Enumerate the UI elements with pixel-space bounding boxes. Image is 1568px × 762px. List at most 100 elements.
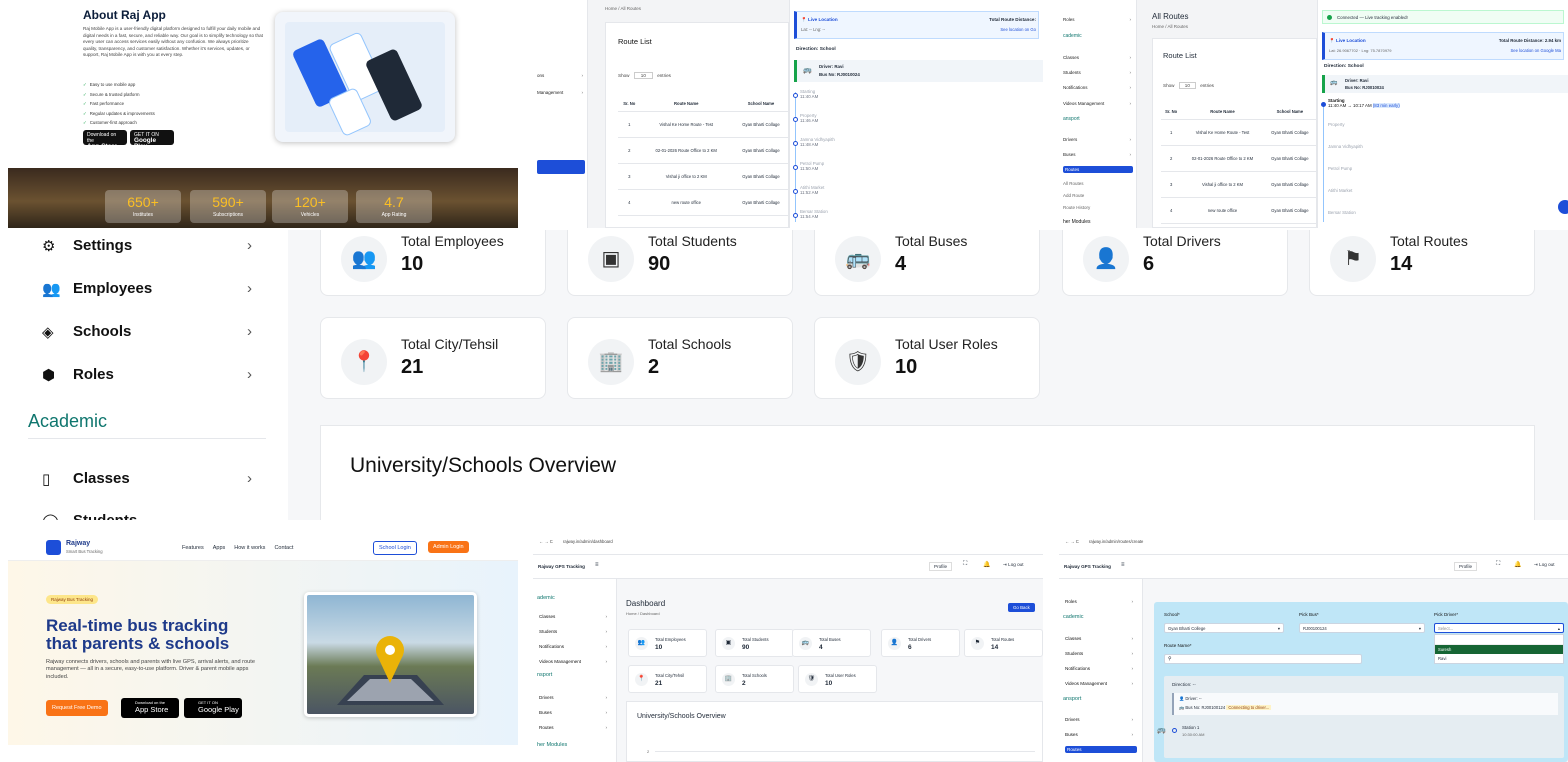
card-total-buses[interactable]: 🚌 Total Buses 4 [792, 629, 871, 657]
sidebar-item-roles[interactable]: Roles › [1063, 17, 1133, 22]
nav-how-it-works[interactable]: How it works [234, 545, 265, 551]
nav-contact[interactable]: Contact [274, 545, 293, 551]
card-total-routes[interactable]: ⚑ Total Routes 14 [964, 629, 1043, 657]
sidebar-item-students[interactable]: Students › [1063, 70, 1133, 75]
request-demo-button[interactable]: Request Free Demo [46, 700, 108, 716]
col-header[interactable]: Route Name [1181, 105, 1264, 120]
card-total-city[interactable]: 📍 Total City/Tehsil 21 [628, 665, 707, 693]
sidebar-item-notifications[interactable]: Notifications › [1065, 666, 1137, 671]
page-length-select[interactable]: 10 [633, 72, 653, 79]
card-total-employees[interactable]: 👥 Total Employees 10 [320, 230, 546, 296]
menu-icon[interactable]: ≡ [595, 562, 599, 568]
card-total-city[interactable]: 📍 Total City/Tehsil 21 [320, 317, 546, 399]
student-icon: ◯ [42, 512, 62, 520]
nav-apps[interactable]: Apps [213, 545, 226, 551]
sidebar-item-buses[interactable]: Buses › [539, 710, 611, 715]
sidebar-item-students[interactable]: Students › [539, 629, 611, 634]
card-total-user-roles[interactable]: 🛡 Total User Roles 10 [798, 665, 877, 693]
sidebar-item-routes[interactable]: Routes [1063, 166, 1133, 173]
table-row[interactable]: 4 new route office Gyan Bharti Collage [1161, 197, 1316, 224]
table-row[interactable]: 3 Vishal ji office to 2 KM Gyan Bharti Col… [618, 163, 790, 190]
col-header[interactable]: Sr. No [618, 97, 641, 112]
google-play-button[interactable]: GET IT ON Google Play [184, 698, 242, 718]
driver-option-ravi[interactable]: Ravi [1435, 654, 1563, 663]
card-total-students[interactable]: ▣ Total Students 90 [715, 629, 794, 657]
chat-fab-button[interactable] [1558, 200, 1568, 214]
card-total-user-roles[interactable]: 🛡 Total User Roles 10 [814, 317, 1040, 399]
card-total-drivers[interactable]: 👤 Total Drivers 6 [1062, 230, 1288, 296]
card-total-routes[interactable]: ⚑ Total Routes 14 [1309, 230, 1535, 296]
sidebar-item-routes[interactable]: Routes [1065, 746, 1137, 753]
app-store-button[interactable]: Download on the App Store [121, 698, 179, 718]
logout-button[interactable]: ⇥ Log out [1003, 562, 1023, 568]
sidebar-item-all-routes[interactable]: All Routes [1063, 181, 1133, 186]
see-location-link[interactable]: See location on Google Ma [1510, 48, 1561, 53]
sidebar-item-students[interactable]: Students › [1065, 651, 1137, 656]
bell-icon[interactable]: 🔔 [1514, 561, 1521, 568]
table-row[interactable]: 4 new route office Gyan Bharti Collage [618, 189, 790, 216]
table-row[interactable]: 1 Vishal Ke Home Route - Test Gyan Bharti … [1161, 119, 1316, 146]
col-header[interactable]: School Name [1263, 105, 1316, 120]
fullscreen-icon[interactable]: ⛶ [963, 561, 967, 568]
col-header[interactable]: Sr. No [1161, 105, 1182, 120]
page-length: Show 10 entries [618, 72, 671, 79]
col-header[interactable]: School Name [731, 97, 790, 112]
route-table: Sr. No Route Name School Name 1 Vishal Ke H… [1161, 105, 1316, 224]
sidebar-item[interactable]: ons › [537, 73, 585, 78]
sidebar-item-videos[interactable]: Videos Management › [1065, 681, 1137, 686]
table-row[interactable]: 2 02-01-2026 Route Office to 2 KM Gyan Bha… [1161, 145, 1316, 172]
profile-button[interactable]: Profile [1454, 562, 1478, 571]
admin-login-button[interactable]: Admin Login [428, 541, 469, 553]
card-total-students[interactable]: ▣ Total Students 90 [567, 230, 793, 296]
menu-icon[interactable]: ≡ [1121, 562, 1125, 568]
url-bar[interactable]: rajway.in/admin/dashboard [563, 539, 613, 544]
table-row[interactable]: 3 Vishal ji office to 2 KM Gyan Bharti Col… [1161, 171, 1316, 198]
sidebar-item-notifications[interactable]: Notifications › [1063, 85, 1133, 90]
card-total-buses[interactable]: 🚌 Total Buses 4 [814, 230, 1040, 296]
bell-icon[interactable]: 🔔 [983, 561, 990, 568]
sidebar-item-drivers[interactable]: Drivers › [1063, 137, 1133, 142]
card-total-schools[interactable]: 🏢 Total Schools 2 [715, 665, 794, 693]
sidebar-item-videos[interactable]: Videos Management › [1063, 101, 1133, 106]
school-select[interactable]: Gyan Bharti College ▾ [1164, 623, 1284, 633]
bus-select[interactable]: RJ00100124 ▾ [1299, 623, 1425, 633]
sidebar-item[interactable]: Management › [537, 90, 585, 95]
brand-name[interactable]: Rajway [66, 540, 90, 547]
sidebar-item-classes[interactable]: Classes › [1063, 55, 1133, 60]
go-back-button[interactable]: Go Back [1008, 603, 1035, 612]
url-bar[interactable]: rajway.in/admin/routes/create [1089, 539, 1143, 544]
profile-button[interactable]: Profile [929, 562, 953, 571]
fullscreen-icon[interactable]: ⛶ [1496, 561, 1500, 568]
col-header[interactable]: Route Name [640, 97, 732, 112]
sidebar-item-classes[interactable]: Classes › [539, 614, 611, 619]
see-location-link[interactable]: See location on Go [1000, 27, 1036, 32]
sidebar-item-routes-active[interactable] [537, 160, 585, 174]
sidebar-item-buses[interactable]: Buses › [1065, 732, 1137, 737]
logout-button[interactable]: ⇥ Log out [1534, 562, 1554, 568]
dropdown-search[interactable] [1435, 635, 1563, 645]
sidebar-item-notifications[interactable]: Notifications › [539, 644, 611, 649]
sidebar-item-add-route[interactable]: Add Route [1063, 193, 1133, 198]
nav-features[interactable]: Features [182, 545, 204, 551]
id-card-icon: ▣ [588, 236, 634, 282]
table-row[interactable]: 1 Vishal Ke Home Route - Test Gyan Bharti … [618, 111, 790, 138]
card-total-employees[interactable]: 👥 Total Employees 10 [628, 629, 707, 657]
sidebar-item-drivers[interactable]: Drivers › [539, 695, 611, 700]
card-total-drivers[interactable]: 👤 Total Drivers 6 [881, 629, 960, 657]
sidebar-item-drivers[interactable]: Drivers › [1065, 717, 1137, 722]
driver-select[interactable]: Select... ▴ [1434, 623, 1564, 633]
driver-option-suresh[interactable]: Suresh [1435, 645, 1563, 654]
sidebar-item-routes[interactable]: Routes › [539, 725, 611, 730]
sidebar-item-roles[interactable]: Roles › [1065, 599, 1137, 604]
sidebar-item-route-history[interactable]: Route History [1063, 205, 1133, 210]
sidebar-item-classes[interactable]: Classes › [1065, 636, 1137, 641]
school-login-button[interactable]: School Login [373, 541, 417, 555]
route-name-input[interactable]: ⚲ [1164, 654, 1362, 664]
page-length-select[interactable]: 10 [1178, 82, 1196, 89]
google-play-button[interactable]: GET IT ON Google Play [130, 130, 174, 150]
card-total-schools[interactable]: 🏢 Total Schools 2 [567, 317, 793, 399]
app-store-button[interactable]: Download on the App Store [83, 130, 127, 150]
table-row[interactable]: 2 02-01-2026 Route Office to 2 KM Gyan Bha… [618, 137, 790, 164]
sidebar-item-buses[interactable]: Buses › [1063, 152, 1133, 157]
sidebar-item-videos[interactable]: Videos Management › [539, 659, 611, 664]
